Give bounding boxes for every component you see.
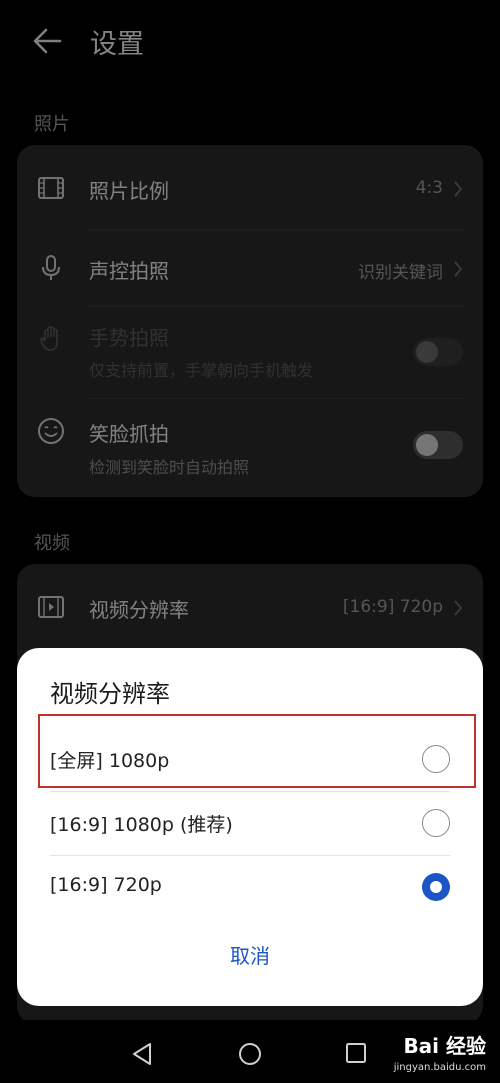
cancel-button[interactable]: 取消	[17, 940, 483, 969]
baidu-watermark: Bai 经验 jingyan.baidu.com	[394, 1030, 486, 1073]
resolution-option-169-720p[interactable]: [16:9] 720p	[17, 855, 483, 919]
nav-home-icon[interactable]	[238, 1042, 262, 1066]
dialog-title: 视频分辨率	[50, 680, 170, 708]
option-label: [16:9] 720p	[50, 874, 162, 896]
nav-back-icon[interactable]	[131, 1042, 153, 1066]
radio-button[interactable]	[422, 809, 450, 837]
video-resolution-dialog: 视频分辨率 [全屏] 1080p [16:9] 1080p (推荐) [16:9…	[17, 648, 483, 1006]
radio-button-selected[interactable]	[422, 873, 450, 901]
option-label: [16:9] 1080p (推荐)	[50, 814, 233, 836]
nav-recents-icon[interactable]	[345, 1042, 367, 1064]
watermark-text: Bai 经验	[403, 1034, 486, 1058]
resolution-option-169-1080p[interactable]: [16:9] 1080p (推荐)	[17, 791, 483, 855]
annotation-highlight-box	[38, 714, 476, 788]
watermark-url: jingyan.baidu.com	[393, 1062, 486, 1073]
